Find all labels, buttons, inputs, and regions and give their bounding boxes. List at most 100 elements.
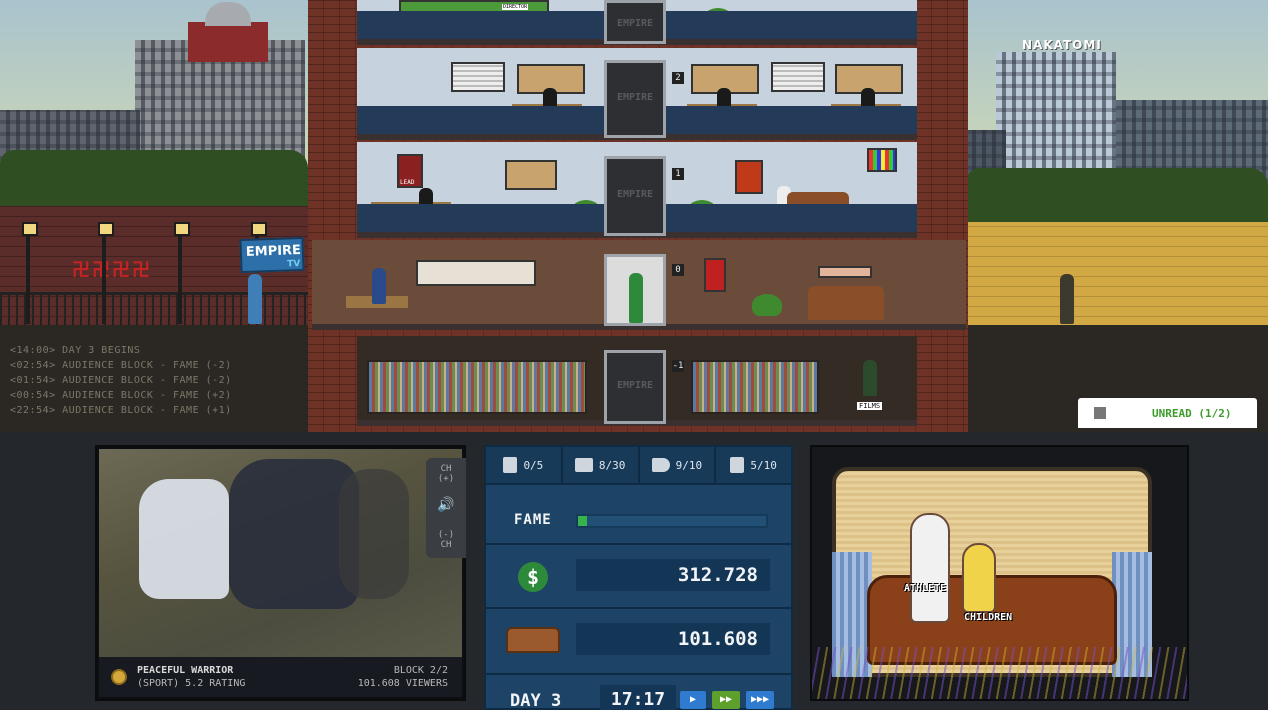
log-entry: <02:54> AUDIENCE BLOCK - FAME (-2) <box>10 360 232 371</box>
tv-monitor: PEACEFUL WARRIOR (SPORT) 5.2 RATING BLOC… <box>95 445 466 701</box>
log-entry: <22:54> AUDIENCE BLOCK - FAME (+1) <box>10 405 232 416</box>
broadcast-figure <box>139 479 229 599</box>
audience-label-children: CHILDREN <box>964 612 1013 623</box>
elevator-door[interactable]: EMPIRE <box>604 60 666 138</box>
elevator-brand-text: EMPIRE <box>616 380 654 392</box>
counter-clipboard[interactable]: 0/5 <box>486 447 563 483</box>
fame-bar-fill <box>578 516 588 526</box>
log-entry: <01:54> AUDIENCE BLOCK - FAME (-2) <box>10 375 232 386</box>
show-title: PEACEFUL WARRIOR <box>137 665 234 676</box>
clipboard-icon <box>730 457 745 473</box>
elevator-passenger[interactable] <box>629 273 643 323</box>
office-desk <box>512 104 582 116</box>
window-blinds <box>451 62 505 92</box>
tree-line-left <box>0 150 308 210</box>
show-caption: PEACEFUL WARRIOR (SPORT) 5.2 RATING BLOC… <box>99 657 462 697</box>
channel-up-button[interactable]: CH (+) <box>432 464 460 484</box>
elevator-brand-text: EMPIRE <box>616 91 654 103</box>
speed-normal-button[interactable]: ▶ <box>680 691 706 709</box>
empire-tv-sign: EMPIRE TV <box>239 236 305 274</box>
clapperboard-icon <box>574 458 593 472</box>
channel-down-button[interactable]: (-) CH <box>432 530 460 550</box>
office-worker[interactable] <box>419 188 433 224</box>
speed-fast-button[interactable]: ▶▶ <box>712 691 740 709</box>
elevator-brand-text: EMPIRE <box>616 18 654 30</box>
divider <box>486 543 791 545</box>
clipboard-icon <box>503 457 518 473</box>
film-shelf <box>691 360 819 414</box>
sport-icon <box>111 669 127 685</box>
fame-bar <box>576 514 768 528</box>
divider <box>486 607 791 609</box>
street-lamp <box>98 222 114 324</box>
director-chair-label: DIRECTOR <box>502 4 529 10</box>
elevator-cabin-open[interactable] <box>604 254 666 326</box>
archivist[interactable] <box>863 360 877 396</box>
unread-label: UNREAD (1/2) <box>1152 406 1232 420</box>
show-viewers: 101.608 VIEWERS <box>357 678 448 689</box>
counter-value: 5/10 <box>750 458 777 472</box>
counter-clipboard-2[interactable]: 5/10 <box>716 447 791 483</box>
nakatomi-sign: NAKATOMI <box>1022 38 1102 52</box>
movie-poster <box>735 160 763 194</box>
tv-screen <box>99 449 462 657</box>
office-desk <box>371 202 451 214</box>
log-entry: <00:54> AUDIENCE BLOCK - FAME (+2) <box>10 390 232 401</box>
lead-poster: LEAD <box>397 154 423 188</box>
plant-icon <box>687 200 717 222</box>
plant-icon <box>703 8 733 30</box>
volume-icon[interactable]: 🔊 <box>432 498 460 512</box>
counter-value: 9/10 <box>675 458 703 472</box>
graffiti-text: 卍卍卍卍 <box>72 260 152 281</box>
elevator-door[interactable]: EMPIRE <box>604 350 666 424</box>
ghost-girl-character[interactable] <box>777 186 791 222</box>
day-label: DAY 3 <box>510 691 562 710</box>
counter-clapperboard[interactable]: 8/30 <box>563 447 640 483</box>
receptionist[interactable] <box>372 268 386 304</box>
pinup-poster <box>818 266 872 278</box>
speed-fastest-button[interactable]: ▶▶▶ <box>746 691 774 709</box>
divider <box>486 673 791 675</box>
viewers-value: 101.608 <box>576 623 770 655</box>
show-block: BLOCK 2/2 <box>393 665 448 676</box>
lead-poster-text: LEAD <box>400 179 415 186</box>
skyline-building-red-top <box>188 22 268 62</box>
floor-number: 1 <box>672 168 684 180</box>
plant-icon <box>571 200 601 222</box>
office-worker[interactable] <box>717 88 731 124</box>
counter-megaphone[interactable]: 9/10 <box>640 447 717 483</box>
doorman-character[interactable] <box>248 274 262 324</box>
notice-board <box>505 160 557 190</box>
channel-controls: CH (+) 🔊 (-) CH <box>426 458 466 558</box>
bottom-interface: PEACEFUL WARRIOR (SPORT) 5.2 RATING BLOC… <box>0 432 1268 710</box>
game-clock: 17:17 <box>600 685 676 710</box>
empire-sign-tv: TV <box>287 259 301 270</box>
films-sign: FILMS <box>857 402 883 410</box>
broadcast-figure <box>339 469 409 599</box>
window-blinds <box>771 62 825 92</box>
money-icon: $ <box>518 562 548 592</box>
skyline-building-dome <box>205 2 251 26</box>
office-worker[interactable] <box>543 88 557 124</box>
street-character[interactable] <box>1060 274 1074 324</box>
megaphone-icon <box>651 458 670 472</box>
child-viewer <box>962 543 996 613</box>
tree-line-right <box>966 168 1268 224</box>
fame-label: FAME <box>514 512 552 528</box>
sofa <box>787 192 849 226</box>
floor-number: -1 <box>672 360 684 372</box>
counter-value: 8/30 <box>598 458 626 472</box>
office-worker[interactable] <box>861 88 875 124</box>
office-desk <box>687 104 757 116</box>
unread-messages-tab[interactable]: UNREAD (1/2) <box>1078 398 1257 428</box>
wiring <box>812 647 1187 699</box>
athlete-viewer <box>910 513 950 623</box>
elevator-door[interactable]: EMPIRE <box>604 156 666 236</box>
street-lamp <box>22 222 38 324</box>
event-log: <14:00> DAY 3 BEGINS <02:54> AUDIENCE BL… <box>10 343 232 418</box>
elevator-door[interactable]: EMPIRE <box>604 0 666 44</box>
yellow-wall-right <box>966 222 1268 326</box>
elevator-brand-text: EMPIRE <box>616 188 654 200</box>
office-desk <box>831 104 901 116</box>
money-value: 312.728 <box>576 559 770 591</box>
